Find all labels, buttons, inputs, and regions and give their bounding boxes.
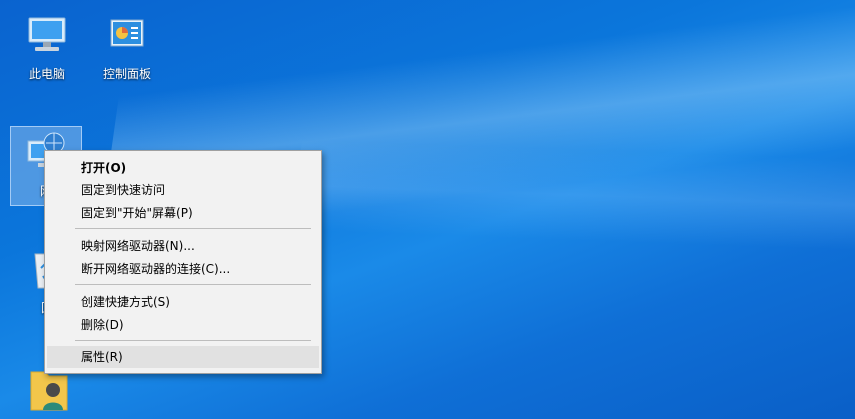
menu-item-disconnect-network-drive[interactable]: 断开网络驱动器的连接(C)... bbox=[47, 258, 319, 280]
menu-item-map-network-drive[interactable]: 映射网络驱动器(N)... bbox=[47, 235, 319, 257]
menu-separator bbox=[75, 284, 311, 285]
menu-item-pin-quick-access[interactable]: 固定到快速访问 bbox=[47, 179, 319, 201]
desktop[interactable]: 此电脑 控制面板 网 回 bbox=[0, 0, 855, 419]
menu-item-create-shortcut[interactable]: 创建快捷方式(S) bbox=[47, 291, 319, 313]
menu-item-delete[interactable]: 删除(D) bbox=[47, 314, 319, 336]
control-panel-icon bbox=[110, 19, 144, 47]
desktop-icon-label: 此电脑 bbox=[28, 67, 65, 81]
menu-separator bbox=[75, 228, 311, 229]
desktop-icon-this-pc[interactable]: 此电脑 bbox=[12, 12, 82, 81]
menu-item-open[interactable]: 打开(O) bbox=[47, 157, 319, 179]
menu-item-properties[interactable]: 属性(R) bbox=[47, 346, 319, 368]
wallpaper-light-beam-2 bbox=[280, 0, 855, 390]
menu-separator bbox=[75, 340, 311, 341]
desktop-icon-label: 控制面板 bbox=[102, 67, 151, 81]
desktop-icon-control-panel[interactable]: 控制面板 bbox=[92, 12, 162, 81]
menu-item-pin-start[interactable]: 固定到"开始"屏幕(P) bbox=[47, 202, 319, 224]
this-pc-icon bbox=[28, 17, 66, 51]
context-menu: 打开(O) 固定到快速访问 固定到"开始"屏幕(P) 映射网络驱动器(N)...… bbox=[44, 150, 322, 374]
